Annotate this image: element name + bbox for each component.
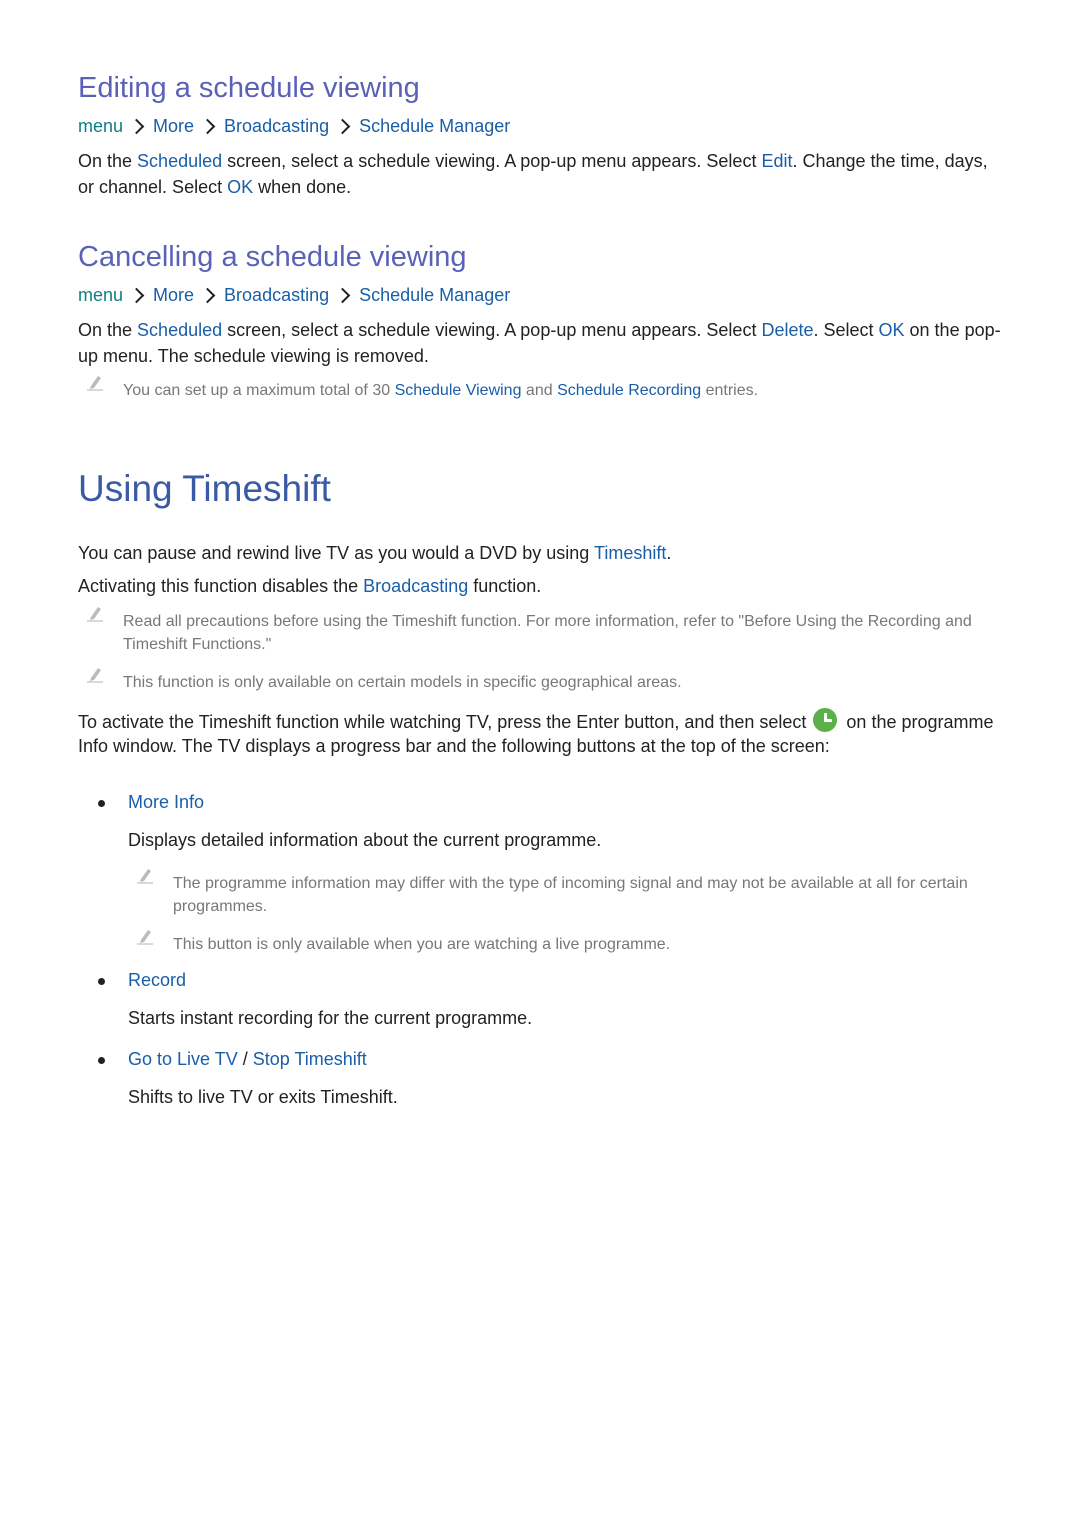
text: and: [521, 382, 558, 399]
link-timeshift[interactable]: Timeshift: [594, 543, 666, 563]
bullet: [98, 800, 105, 807]
section-heading-editing: Editing a schedule viewing: [78, 72, 420, 104]
breadcrumb-cancelling: menu More Broadcasting Schedule Manager: [78, 285, 510, 306]
text: On the: [78, 320, 138, 340]
pencil-icon: [87, 376, 103, 391]
text: .: [666, 543, 672, 563]
bullet: [98, 1057, 105, 1064]
text: entries.: [701, 382, 759, 399]
item-record-desc: Starts instant recording for the current…: [128, 1008, 533, 1028]
note-live-only: This button is only available when you a…: [128, 930, 1008, 956]
item-record-label: Record: [128, 967, 1008, 993]
link-schedule-viewing[interactable]: Schedule Viewing: [395, 382, 522, 399]
page-heading-timeshift: Using Timeshift: [78, 468, 331, 509]
text: when done.: [253, 177, 352, 197]
item-more-info-label: More Info: [128, 789, 1008, 815]
note-text: This function is only available on certa…: [123, 674, 682, 691]
pencil-icon: [137, 930, 153, 945]
link-scheduled[interactable]: Scheduled: [137, 320, 222, 340]
text: Activating this function disables the: [78, 576, 364, 596]
link-edit[interactable]: Edit: [761, 151, 792, 171]
item-live-tv-label: Go to Live TV / Stop Timeshift: [128, 1046, 1008, 1072]
chevron-right-icon: [199, 118, 216, 135]
breadcrumb-broadcasting[interactable]: Broadcasting: [224, 285, 329, 306]
breadcrumb-menu[interactable]: menu: [78, 116, 123, 137]
link-record[interactable]: Record: [128, 970, 186, 990]
chevron-right-icon: [334, 287, 351, 304]
separator: /: [237, 1049, 253, 1069]
timeshift-clock-icon: [813, 708, 838, 732]
pencil-icon: [137, 869, 153, 884]
timeshift-intro: You can pause and rewind live TV as you …: [78, 540, 1008, 566]
link-ok[interactable]: OK: [227, 177, 253, 197]
cancelling-paragraph: On the Scheduled screen, select a schedu…: [78, 317, 1008, 369]
chevron-right-icon: [128, 118, 145, 135]
link-ok[interactable]: OK: [879, 320, 905, 340]
breadcrumb-schedule-manager[interactable]: Schedule Manager: [359, 116, 510, 137]
link-delete[interactable]: Delete: [761, 320, 813, 340]
bullet: [98, 978, 105, 985]
link-scheduled[interactable]: Scheduled: [137, 151, 222, 171]
breadcrumb-schedule-manager[interactable]: Schedule Manager: [359, 285, 510, 306]
note-programme-info: The programme information may differ wit…: [128, 869, 1008, 918]
pencil-icon: [87, 607, 103, 622]
text: On the: [78, 151, 138, 171]
note-text: Read all precautions before using the Ti…: [123, 613, 972, 653]
link-stop-timeshift[interactable]: Stop Timeshift: [253, 1049, 367, 1069]
editing-paragraph: On the Scheduled screen, select a schedu…: [78, 148, 1008, 200]
link-more-info[interactable]: More Info: [128, 792, 204, 812]
note-availability: This function is only available on certa…: [78, 668, 1008, 694]
item-live-tv-desc: Shifts to live TV or exits Timeshift.: [128, 1087, 398, 1107]
text: You can set up a maximum total of 30: [123, 382, 395, 399]
chevron-right-icon: [128, 287, 145, 304]
link-go-to-live-tv[interactable]: Go to Live TV: [128, 1049, 238, 1069]
timeshift-disables: Activating this function disables the Br…: [78, 573, 1008, 599]
text: function.: [468, 576, 542, 596]
breadcrumb-more[interactable]: More: [153, 116, 194, 137]
chevron-right-icon: [199, 287, 216, 304]
link-broadcasting[interactable]: Broadcasting: [363, 576, 468, 596]
breadcrumb-broadcasting[interactable]: Broadcasting: [224, 116, 329, 137]
section-heading-cancelling: Cancelling a schedule viewing: [78, 241, 467, 273]
text: . Select: [813, 320, 879, 340]
text: You can pause and rewind live TV as you …: [78, 543, 594, 563]
text: To activate the Timeshift function while…: [78, 712, 812, 732]
note-max-entries: You can set up a maximum total of 30 Sch…: [78, 376, 1008, 402]
breadcrumb-more[interactable]: More: [153, 285, 194, 306]
timeshift-activate: To activate the Timeshift function while…: [78, 708, 1008, 758]
note-text: The programme information may differ wit…: [173, 875, 968, 915]
note-precautions: Read all precautions before using the Ti…: [78, 607, 1008, 656]
breadcrumb-editing: menu More Broadcasting Schedule Manager: [78, 116, 510, 137]
text: screen, select a schedule viewing. A pop…: [222, 320, 762, 340]
note-text: This button is only available when you a…: [173, 936, 671, 953]
text: screen, select a schedule viewing. A pop…: [222, 151, 762, 171]
pencil-icon: [87, 668, 103, 683]
chevron-right-icon: [334, 118, 351, 135]
item-more-info-desc: Displays detailed information about the …: [128, 830, 602, 850]
breadcrumb-menu[interactable]: menu: [78, 285, 123, 306]
link-schedule-recording[interactable]: Schedule Recording: [557, 382, 701, 399]
